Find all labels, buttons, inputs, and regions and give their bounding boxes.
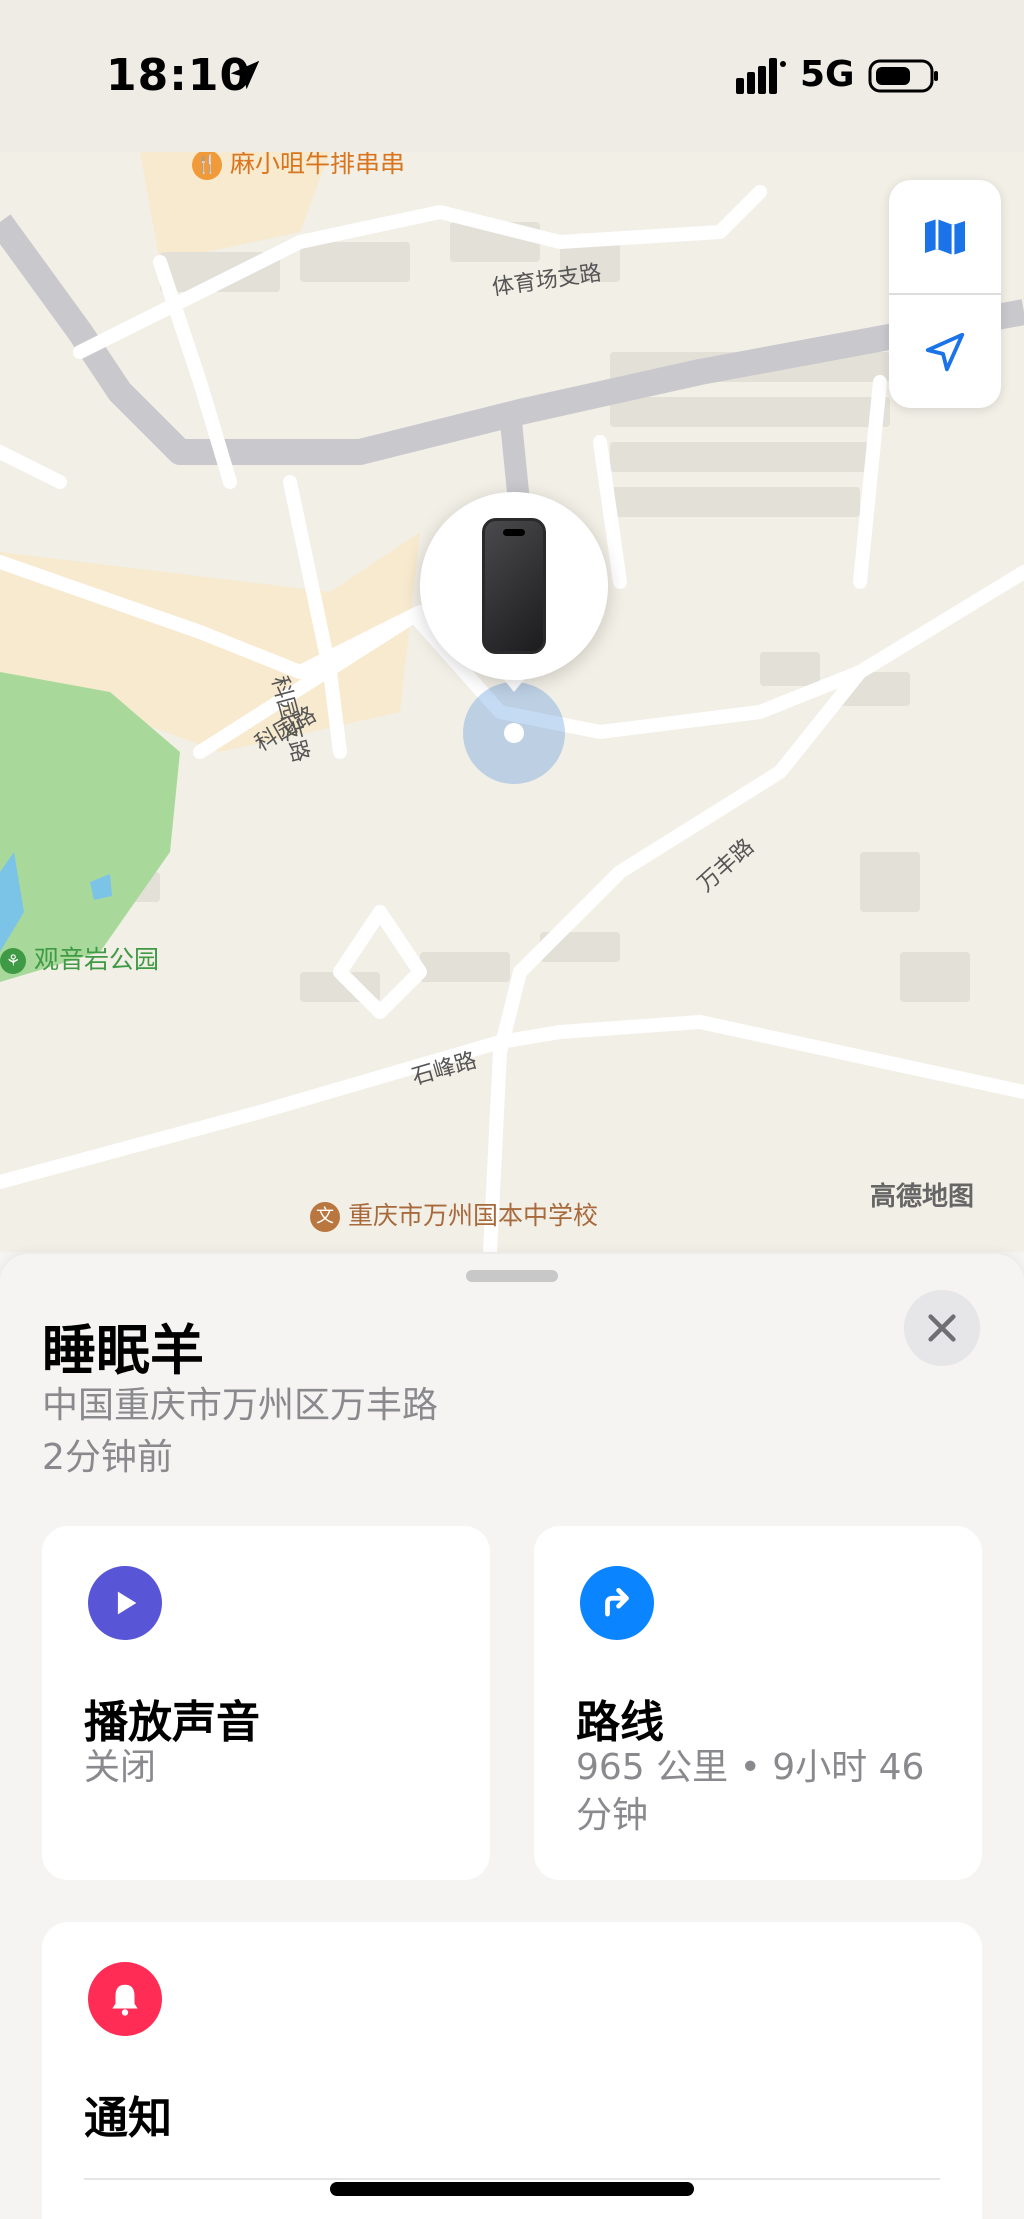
- directions-card[interactable]: 路线 965 公里 • 9小时 46 分钟: [534, 1526, 982, 1880]
- park-icon: ⚘: [0, 948, 26, 974]
- network-type: 5G: [800, 54, 855, 95]
- play-icon-circle: [88, 1566, 162, 1640]
- divider: [84, 2178, 940, 2180]
- device-name: 睡眠羊: [42, 1319, 204, 1382]
- poi-label: 麻小咀牛排串串: [229, 152, 405, 178]
- restaurant-icon: 🍴: [192, 152, 222, 180]
- battery-icon: [868, 59, 938, 93]
- map-attribution: 高德地图: [870, 1182, 975, 1212]
- bell-icon: [112, 1984, 138, 2016]
- map-controls: [889, 180, 1001, 408]
- play-icon: [117, 1591, 137, 1615]
- iphone-icon: [482, 518, 546, 654]
- status-bar: 18:10 5G: [0, 0, 1024, 152]
- device-pin[interactable]: [420, 492, 608, 680]
- close-button[interactable]: [904, 1290, 980, 1366]
- poi-park[interactable]: ⚘ 观音岩公园: [0, 940, 159, 976]
- last-seen: 2分钟前: [42, 1437, 173, 1478]
- school-icon: 文: [310, 1202, 340, 1232]
- location-arrow-icon: [230, 60, 260, 90]
- map-view[interactable]: 体育场支路 科园支路 科园路 万丰路 石峰路 🍴 麻小咀牛排串串 ⚘ 观音岩公园…: [0, 152, 1024, 1252]
- play-sound-card[interactable]: 播放声音 关闭: [42, 1526, 490, 1880]
- cellular-signal-icon: [736, 58, 786, 94]
- directions-title: 路线: [576, 1697, 664, 1748]
- map-icon: [925, 218, 965, 255]
- turn-right-arrow-icon: [605, 1587, 629, 1617]
- poi-label: 观音岩公园: [33, 945, 159, 974]
- sheet-grabber[interactable]: [466, 1270, 558, 1282]
- device-address: 中国重庆市万州区万丰路: [42, 1385, 439, 1426]
- directions-icon-circle: [580, 1566, 654, 1640]
- current-location-button[interactable]: [889, 295, 1001, 408]
- poi-label: 重庆市万州国本中学校: [347, 1201, 598, 1230]
- poi-school[interactable]: 文 重庆市万州国本中学校: [310, 1196, 598, 1232]
- location-arrow-icon: [925, 332, 965, 371]
- map-mode-button[interactable]: [889, 180, 1001, 293]
- notifications-card[interactable]: 通知: [42, 1922, 982, 2219]
- directions-detail: 965 公里 • 9小时 46 分钟: [576, 1747, 925, 1836]
- device-detail-sheet: 睡眠羊 中国重庆市万州区万丰路 2分钟前 播放声音 关闭 路线 965 公里 •…: [0, 1254, 1024, 2219]
- poi-restaurant[interactable]: 🍴 麻小咀牛排串串: [192, 152, 405, 180]
- bell-icon-circle: [88, 1962, 162, 2036]
- notifications-title: 通知: [84, 2093, 172, 2144]
- location-dot: [504, 723, 524, 743]
- home-indicator[interactable]: [330, 2182, 694, 2196]
- close-icon: [928, 1314, 956, 1342]
- play-sound-title: 播放声音: [84, 1697, 260, 1748]
- play-sound-status: 关闭: [84, 1747, 157, 1788]
